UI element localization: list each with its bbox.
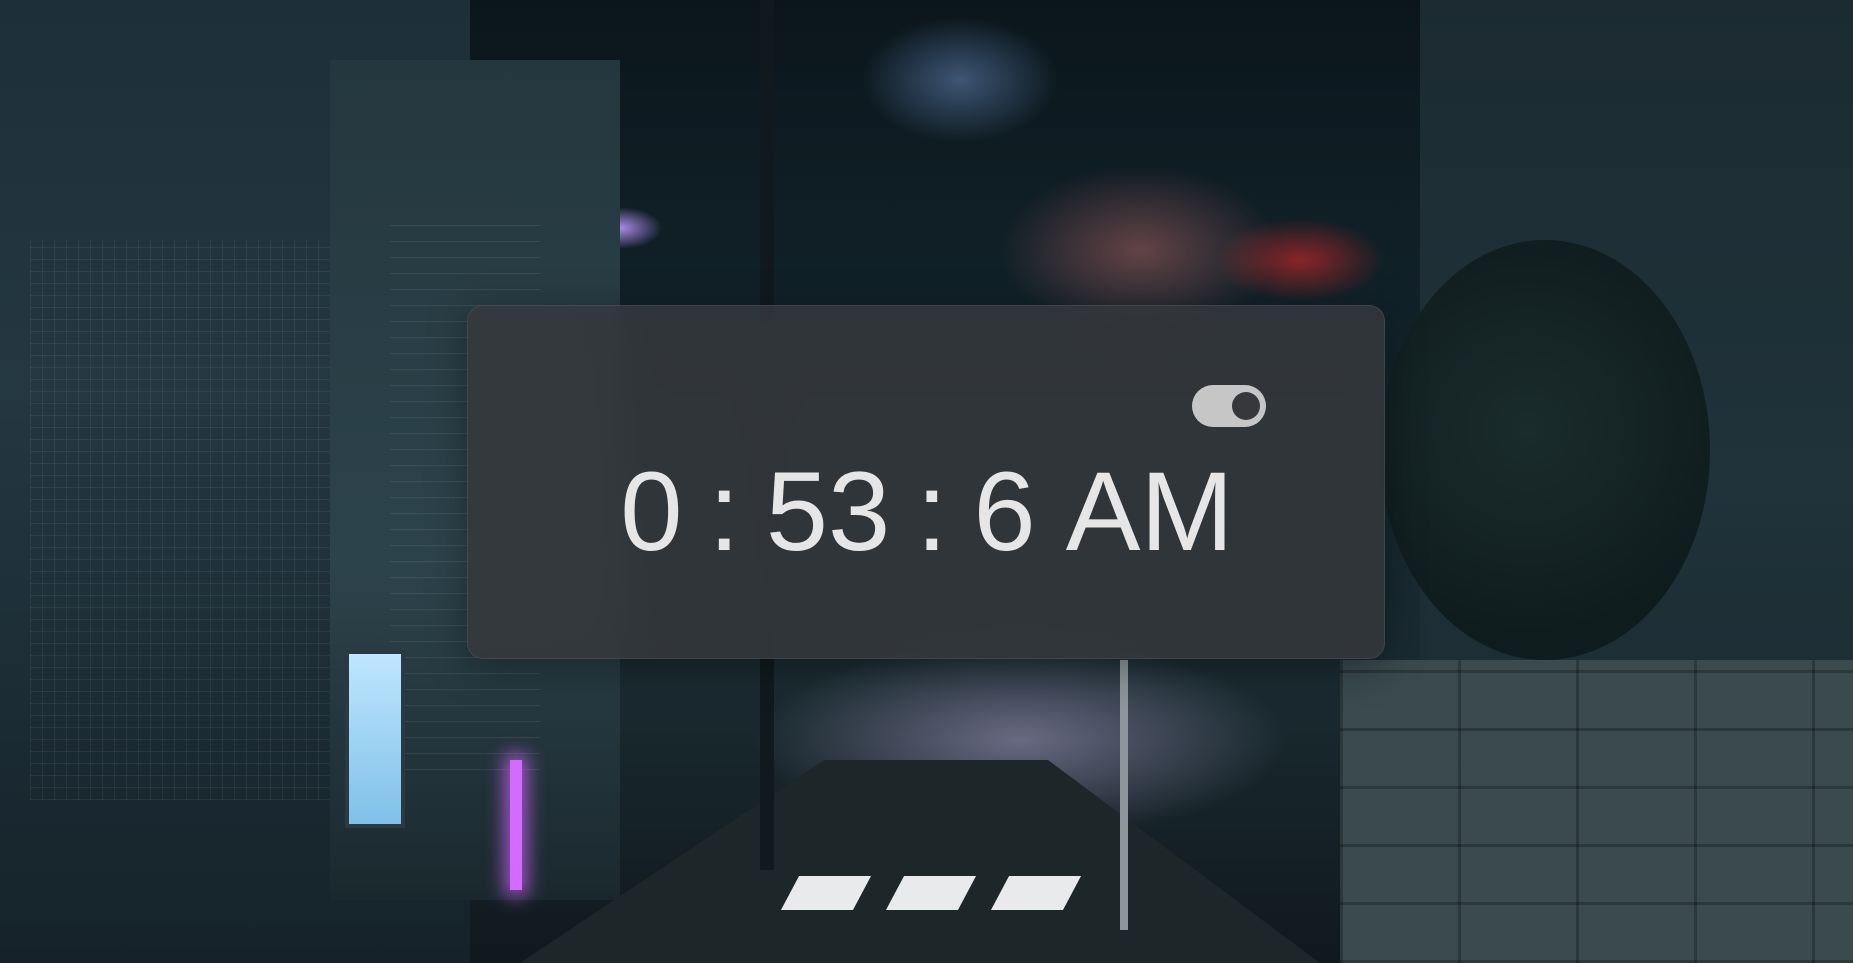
clock-minutes: 53 — [765, 449, 891, 574]
clock-separator: : — [916, 449, 948, 574]
clock-seconds: 6 — [973, 449, 1036, 574]
clock-separator: : — [708, 449, 740, 574]
vending-machine — [345, 650, 405, 828]
sign-pole — [1120, 660, 1128, 930]
toggle-switch-icon — [1232, 392, 1260, 420]
clock-panel: 0:53:6 AM — [467, 305, 1385, 659]
clock-hours: 0 — [620, 449, 683, 574]
stone-wall — [1340, 660, 1853, 963]
format-toggle[interactable] — [1192, 385, 1266, 427]
clock-display: 0:53:6 AM — [468, 456, 1386, 568]
neon-light — [510, 760, 522, 890]
street — [520, 760, 1320, 963]
tree — [1380, 240, 1710, 660]
clock-period: AM — [1065, 449, 1234, 574]
